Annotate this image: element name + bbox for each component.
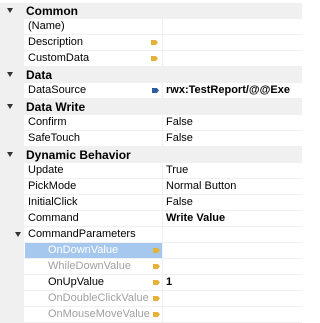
property-row-customdata[interactable]: CustomData xyxy=(0,51,302,67)
category-common[interactable]: Common xyxy=(0,3,302,19)
property-name: SafeTouch xyxy=(28,132,80,144)
property-name: Command xyxy=(28,212,79,224)
property-row-safetouch[interactable]: SafeTouch False xyxy=(0,131,302,147)
collapse-triangle-icon[interactable] xyxy=(6,7,14,15)
property-row-ondownvalue[interactable]: OnDownValue xyxy=(0,243,302,259)
property-name: Confirm xyxy=(28,116,67,128)
property-name: OnDoubleClickValue xyxy=(48,292,149,304)
collapse-triangle-icon[interactable] xyxy=(6,71,14,79)
binding-marker-icon[interactable] xyxy=(153,264,160,269)
property-name: (Name) xyxy=(28,20,65,32)
property-row-command[interactable]: Command Write Value xyxy=(0,211,302,227)
property-value[interactable]: False xyxy=(166,196,193,208)
property-name: PickMode xyxy=(28,180,77,192)
category-label: Data Write xyxy=(26,100,86,114)
property-row-initialclick[interactable]: InitialClick False xyxy=(0,195,302,211)
property-row-confirm[interactable]: Confirm False xyxy=(0,115,302,131)
property-row-ondoubleclickvalue[interactable]: OnDoubleClickValue xyxy=(0,291,302,307)
collapse-triangle-icon[interactable] xyxy=(14,231,22,239)
category-label: Data xyxy=(26,68,53,82)
property-row-name[interactable]: (Name) xyxy=(0,19,302,35)
property-name: DataSource xyxy=(28,84,87,96)
property-name: OnDownValue xyxy=(48,244,119,256)
binding-marker-icon[interactable] xyxy=(152,88,159,93)
binding-marker-icon[interactable] xyxy=(153,280,160,285)
property-name: OnMouseMoveValue xyxy=(48,308,150,320)
property-value[interactable]: True xyxy=(166,164,188,176)
property-row-pickmode[interactable]: PickMode Normal Button xyxy=(0,179,302,195)
property-value[interactable]: Write Value xyxy=(166,212,225,224)
category-label: Dynamic Behavior xyxy=(26,148,131,162)
category-data-write[interactable]: Data Write xyxy=(0,99,302,115)
category-label: Common xyxy=(26,4,78,18)
property-name: Update xyxy=(28,164,64,176)
property-name: WhileDownValue xyxy=(48,260,131,272)
property-row-onmousemovevalue[interactable]: OnMouseMoveValue xyxy=(0,307,302,323)
collapse-triangle-icon[interactable] xyxy=(6,151,14,159)
property-value[interactable]: False xyxy=(166,116,193,128)
collapse-triangle-icon[interactable] xyxy=(6,103,14,111)
category-dynamic-behavior[interactable]: Dynamic Behavior xyxy=(0,147,302,163)
property-value[interactable]: rwx:TestReport/@@Exe xyxy=(166,84,290,96)
property-row-update[interactable]: Update True xyxy=(0,163,302,179)
property-grid: Common (Name) Description CustomData Dat… xyxy=(0,0,302,323)
property-name: CustomData xyxy=(28,52,90,64)
property-row-commandparameters[interactable]: CommandParameters xyxy=(0,227,302,243)
binding-marker-icon[interactable] xyxy=(151,40,158,45)
property-row-onupvalue[interactable]: OnUpValue 1 xyxy=(0,275,302,291)
property-row-datasource[interactable]: DataSource rwx:TestReport/@@Exe xyxy=(0,83,302,99)
property-value[interactable]: False xyxy=(166,132,193,144)
property-name: Description xyxy=(28,36,84,48)
property-name: InitialClick xyxy=(28,196,78,208)
binding-marker-icon[interactable] xyxy=(153,296,160,301)
property-name: OnUpValue xyxy=(48,276,105,288)
property-value[interactable]: Normal Button xyxy=(166,180,236,192)
property-name: CommandParameters xyxy=(28,228,136,240)
property-row-whiledownvalue[interactable]: WhileDownValue xyxy=(0,259,302,275)
binding-marker-icon[interactable] xyxy=(151,56,158,61)
property-row-description[interactable]: Description xyxy=(0,35,302,51)
binding-marker-icon[interactable] xyxy=(153,312,160,317)
property-value[interactable]: 1 xyxy=(166,276,172,288)
category-data[interactable]: Data xyxy=(0,67,302,83)
